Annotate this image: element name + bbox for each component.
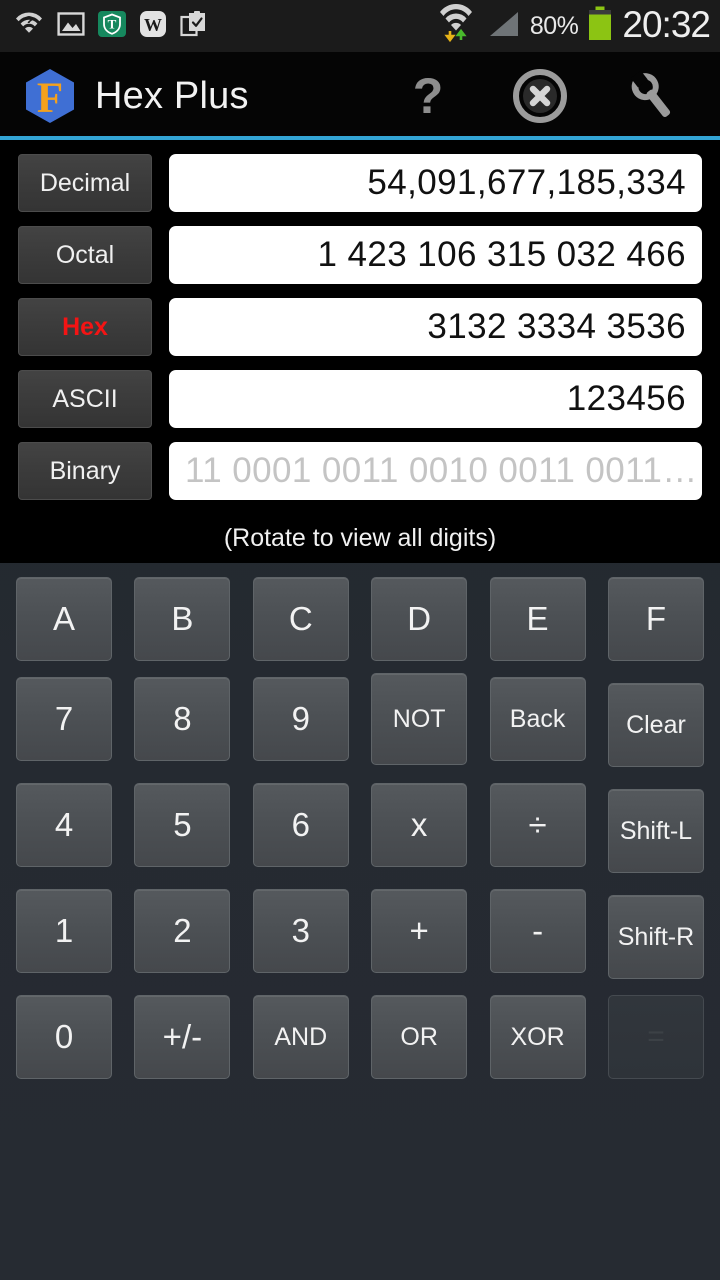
base-button-octal[interactable]: Octal [18,226,152,284]
key-plus[interactable]: + [371,889,468,973]
cellular-signal-icon [485,8,521,45]
status-bar: ? T W 80% 20:32 [0,0,720,52]
wifi-question-icon: ? [14,11,44,42]
wrench-settings-icon[interactable] [624,68,680,124]
keypad-row-456: 4 5 6 x ÷ Shift-L [16,783,704,873]
close-circle-icon[interactable] [512,68,568,124]
help-icon[interactable]: ? [400,68,456,124]
status-bar-right-icons: 80% 20:32 [436,3,711,49]
keypad-row-123: 1 2 3 + - Shift-R [16,889,704,979]
keypad-row-hex-letters: A B C D E F [16,577,704,661]
key-divide[interactable]: ÷ [489,783,586,867]
keypad-row-789: 7 8 9 NOT Back Clear [16,673,704,767]
status-clock: 20:32 [622,4,711,45]
svg-text:F: F [37,75,63,122]
display-row-hex: Hex 3132 3334 3536 [18,298,702,356]
keypad: A B C D E F 7 8 9 NOT Back Clear 4 5 6 x… [0,563,720,1079]
key-minus[interactable]: - [489,889,586,973]
app-bar: F Hex Plus ? [0,52,720,140]
base-button-decimal[interactable]: Decimal [18,154,152,212]
keypad-row-logic: 0 +/- AND OR XOR = [16,995,704,1079]
display-row-ascii: ASCII 123456 [18,370,702,428]
key-6[interactable]: 6 [252,783,349,867]
wifi-data-transfer-icon [436,3,476,49]
phone-screen: ? T W 80% 20:32 F Hex Plus ? Decimal 54,… [0,0,720,1280]
help-glyph: ? [412,68,444,124]
key-0[interactable]: 0 [16,995,112,1079]
key-shift-right[interactable]: Shift-R [607,895,704,979]
key-xor[interactable]: XOR [489,995,586,1079]
key-f[interactable]: F [607,577,704,661]
value-field-octal[interactable]: 1 423 106 315 032 466 [169,226,702,284]
key-2[interactable]: 2 [134,889,231,973]
key-8[interactable]: 8 [134,677,231,761]
base-button-hex[interactable]: Hex [18,298,152,356]
status-bar-left-icons: ? T W [14,10,208,43]
display-row-octal: Octal 1 423 106 315 032 466 [18,226,702,284]
key-4[interactable]: 4 [16,783,112,867]
key-not[interactable]: NOT [371,673,468,765]
value-field-decimal[interactable]: 54,091,677,185,334 [169,154,702,212]
key-9[interactable]: 9 [252,677,349,761]
svg-text:?: ? [24,13,33,30]
key-1[interactable]: 1 [16,889,112,973]
battery-percent-label: 80% [529,11,579,40]
rotate-hint-label: (Rotate to view all digits) [0,518,720,563]
key-plus-minus[interactable]: +/- [134,995,231,1079]
app-title: Hex Plus [95,74,249,117]
gallery-image-icon [57,11,85,42]
conversion-display-panel: Decimal 54,091,677,185,334 Octal 1 423 1… [0,140,720,518]
clipboard-check-icon [180,10,208,43]
key-shift-left[interactable]: Shift-L [607,789,704,873]
app-logo-icon: F [22,67,78,125]
key-a[interactable]: A [16,577,112,661]
display-row-decimal: Decimal 54,091,677,185,334 [18,154,702,212]
display-row-binary: Binary 11 0001 0011 0010 0011 0011… [18,442,702,500]
key-7[interactable]: 7 [16,677,112,761]
key-b[interactable]: B [134,577,231,661]
key-and[interactable]: AND [252,995,349,1079]
base-button-binary[interactable]: Binary [18,442,152,500]
app-bar-actions: ? [400,68,720,124]
key-d[interactable]: D [371,577,468,661]
key-3[interactable]: 3 [252,889,349,973]
key-e[interactable]: E [489,577,586,661]
value-field-ascii[interactable]: 123456 [169,370,702,428]
shield-t-icon: T [98,10,126,43]
svg-text:T: T [108,16,117,31]
wikipedia-w-icon: W [139,10,167,43]
value-field-binary[interactable]: 11 0001 0011 0010 0011 0011… [169,442,702,500]
base-button-ascii[interactable]: ASCII [18,370,152,428]
key-or[interactable]: OR [371,995,468,1079]
svg-text:W: W [144,15,162,35]
key-c[interactable]: C [252,577,349,661]
battery-icon [587,6,613,47]
key-clear[interactable]: Clear [607,683,704,767]
key-multiply[interactable]: x [371,783,468,867]
value-field-hex[interactable]: 3132 3334 3536 [169,298,702,356]
key-5[interactable]: 5 [134,783,231,867]
key-equals: = [607,995,704,1079]
key-back[interactable]: Back [489,677,586,761]
